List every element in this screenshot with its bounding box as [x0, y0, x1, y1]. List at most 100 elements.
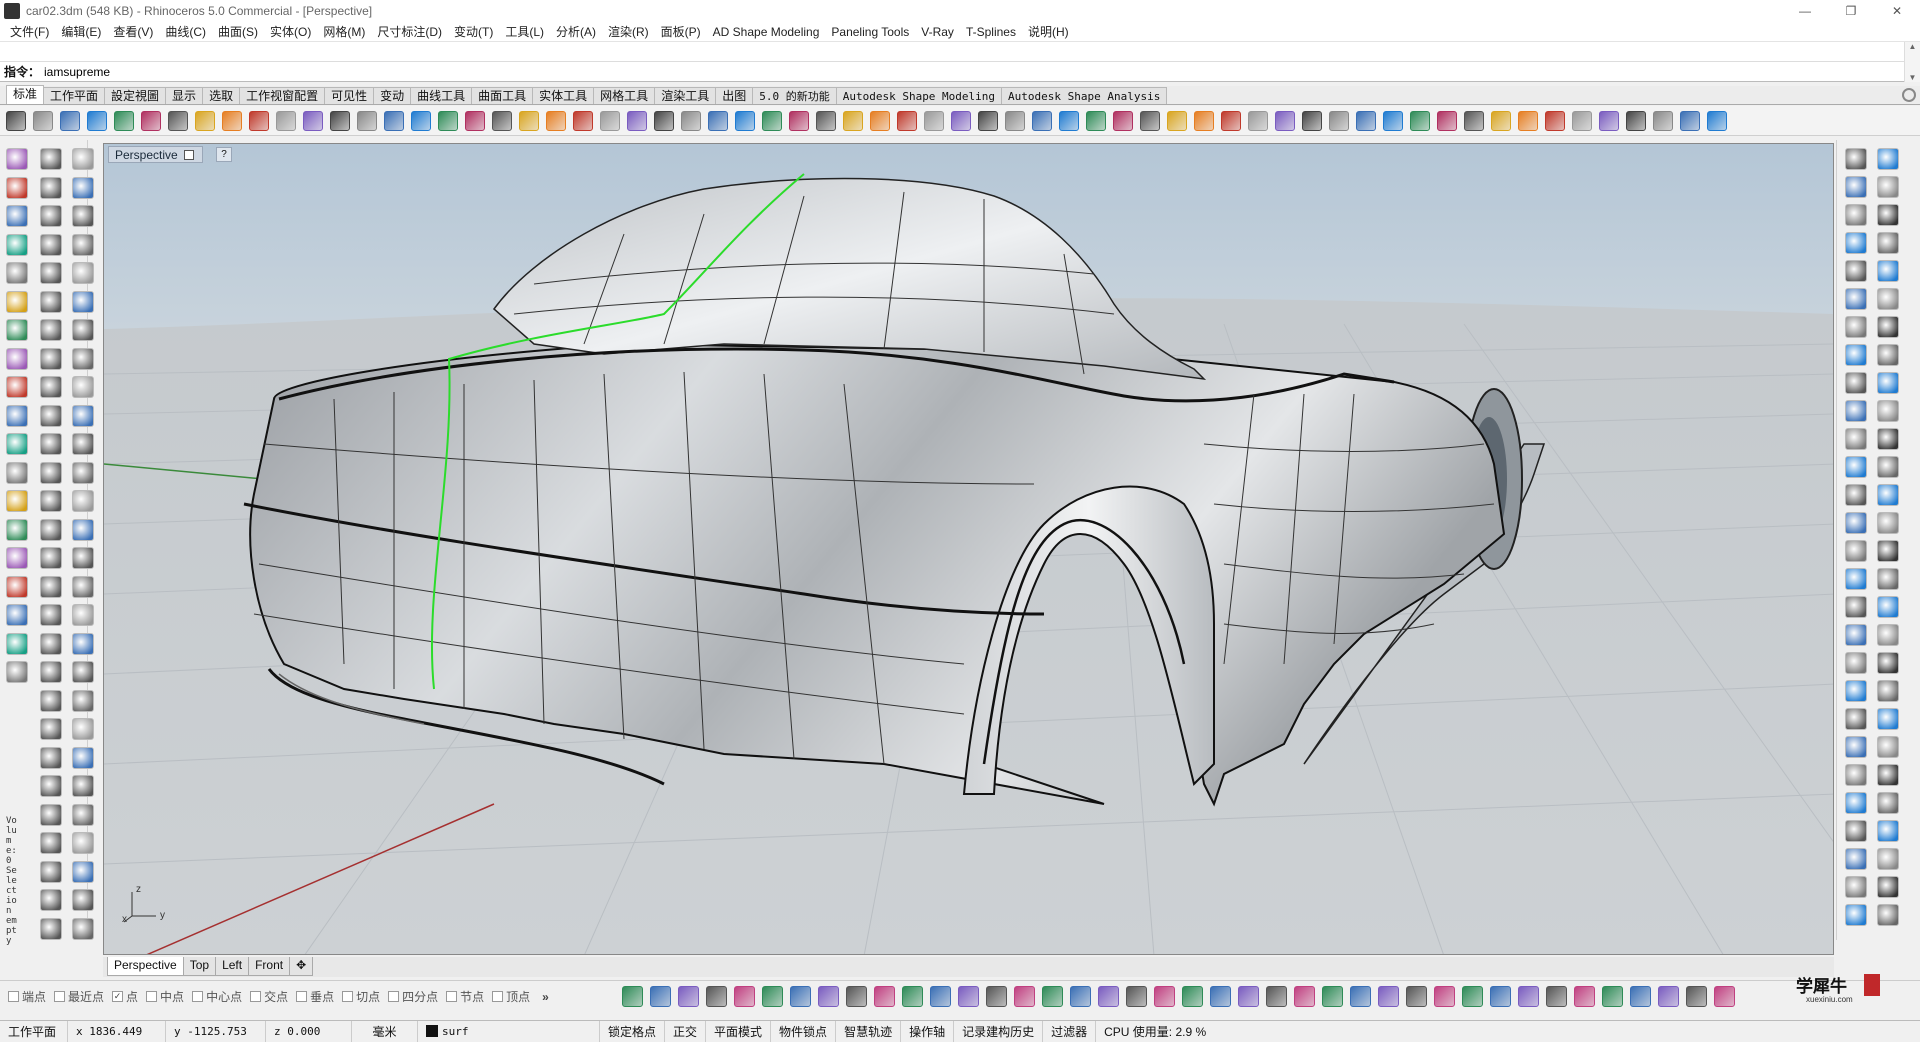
toolbar-tab[interactable]: 5.0 的新功能	[752, 87, 837, 104]
tool-icon[interactable]	[72, 803, 94, 826]
tool-icon[interactable]	[1845, 876, 1867, 898]
osnap-option[interactable]: 端点	[8, 988, 46, 1005]
osnap-option[interactable]: 垂点	[296, 988, 334, 1005]
snap-tool-icon[interactable]	[1294, 986, 1315, 1007]
tool-icon[interactable]	[1877, 316, 1899, 338]
toolbar-tool-icon[interactable]	[519, 110, 539, 131]
toolbar-tool-icon[interactable]	[1140, 110, 1160, 131]
tool-icon[interactable]	[72, 718, 94, 740]
perspective-viewport[interactable]: Perspective ? z y x	[103, 143, 1834, 955]
toolbar-tool-icon[interactable]	[411, 110, 431, 131]
toolbar-tool-icon[interactable]	[735, 110, 755, 131]
toolbar-tab[interactable]: 变动	[373, 87, 412, 104]
tool-icon[interactable]	[40, 917, 62, 940]
view-tab[interactable]: Front	[248, 957, 291, 976]
tool-icon[interactable]	[72, 347, 94, 370]
snap-tool-icon[interactable]	[706, 986, 727, 1007]
toolbar-tool-icon[interactable]	[897, 110, 917, 131]
snap-tool-icon[interactable]	[1378, 986, 1399, 1007]
tool-icon[interactable]	[6, 376, 28, 398]
toolbar-tab[interactable]: 实体工具	[532, 87, 595, 104]
toolbar-tool-icon[interactable]	[924, 110, 944, 131]
tool-icon[interactable]	[1845, 316, 1867, 338]
tool-icon[interactable]	[72, 889, 94, 911]
snap-tool-icon[interactable]	[846, 986, 867, 1007]
toolbar-tool-icon[interactable]	[708, 110, 728, 131]
tool-icon[interactable]	[72, 176, 94, 199]
toolbar-tool-icon[interactable]	[573, 110, 593, 131]
osnap-checkbox[interactable]: ✓	[112, 991, 124, 1002]
status-toggle-button[interactable]: 物件锁点	[771, 1020, 837, 1042]
toolbar-tool-icon[interactable]	[87, 110, 107, 131]
tool-icon[interactable]	[1845, 456, 1867, 478]
toolbar-tab[interactable]: 設定視圖	[104, 87, 167, 104]
toolbar-tool-icon[interactable]	[1167, 110, 1187, 131]
toolbar-tool-icon[interactable]	[1005, 110, 1025, 131]
snap-tool-icon[interactable]	[1462, 986, 1483, 1007]
tool-icon[interactable]	[1877, 428, 1899, 450]
toolbar-tool-icon[interactable]	[1275, 110, 1295, 131]
tool-icon[interactable]	[1845, 596, 1867, 618]
tool-icon[interactable]	[1845, 260, 1867, 282]
tool-icon[interactable]	[1845, 540, 1867, 562]
tool-icon[interactable]	[1877, 540, 1899, 562]
tool-icon[interactable]	[72, 689, 94, 712]
menu-item[interactable]: 尺寸标注(D)	[371, 23, 448, 40]
snap-tool-icon[interactable]	[1574, 986, 1595, 1007]
tool-icon[interactable]	[6, 233, 28, 256]
tool-icon[interactable]	[40, 746, 62, 769]
toolbar-tool-icon[interactable]	[1545, 110, 1565, 131]
toolbar-tool-icon[interactable]	[1680, 110, 1700, 131]
tool-icon[interactable]	[1877, 512, 1899, 534]
toolbar-tool-icon[interactable]	[195, 110, 215, 131]
osnap-option[interactable]: 中心点	[192, 988, 242, 1005]
toolbar-tab[interactable]: 渲染工具	[654, 87, 717, 104]
tool-icon[interactable]	[1845, 148, 1867, 170]
command-input[interactable]	[44, 64, 645, 79]
snap-tool-icon[interactable]	[1014, 986, 1035, 1007]
tool-icon[interactable]	[1845, 512, 1867, 534]
tool-icon[interactable]	[72, 205, 94, 227]
toolbar-tool-icon[interactable]	[222, 110, 242, 131]
tool-icon[interactable]	[6, 262, 28, 284]
tool-icon[interactable]	[1877, 848, 1899, 870]
osnap-option[interactable]: 交点	[250, 988, 288, 1005]
toolbar-tool-icon[interactable]	[1086, 110, 1106, 131]
menu-item[interactable]: T-Splines	[960, 25, 1022, 39]
status-toggle-button[interactable]: 锁定格点	[600, 1020, 666, 1042]
snap-tool-icon[interactable]	[1210, 986, 1231, 1007]
menu-item[interactable]: 编辑(E)	[55, 23, 107, 40]
menu-item[interactable]: V-Ray	[915, 25, 960, 39]
toolbar-tool-icon[interactable]	[1437, 110, 1457, 131]
tool-icon[interactable]	[1877, 904, 1899, 926]
osnap-checkbox[interactable]	[54, 991, 66, 1002]
tool-icon[interactable]	[1845, 176, 1867, 198]
view-tab[interactable]: Left	[215, 957, 250, 976]
snap-tool-icon[interactable]	[1238, 986, 1259, 1007]
tool-icon[interactable]	[72, 917, 94, 940]
toolbar-tool-icon[interactable]	[384, 110, 404, 131]
status-units[interactable]: 毫米	[352, 1020, 418, 1042]
tool-icon[interactable]	[6, 461, 28, 484]
viewport-menu-arrow-icon[interactable]	[183, 149, 194, 160]
snap-tool-icon[interactable]	[1434, 986, 1455, 1007]
tool-icon[interactable]	[72, 233, 94, 256]
toolbar-tool-icon[interactable]	[1464, 110, 1484, 131]
tool-icon[interactable]	[6, 319, 28, 341]
menu-item[interactable]: 网格(M)	[317, 23, 371, 40]
osnap-checkbox[interactable]	[146, 991, 158, 1002]
tool-icon[interactable]	[40, 604, 62, 626]
menu-item[interactable]: 曲面(S)	[212, 23, 264, 40]
toolbar-options-gear-icon[interactable]	[1902, 88, 1916, 102]
snap-tool-icon[interactable]	[1098, 986, 1119, 1007]
tool-icon[interactable]	[72, 262, 94, 284]
tool-icon[interactable]	[40, 689, 62, 712]
view-tab[interactable]: Perspective	[107, 957, 184, 976]
tool-icon[interactable]	[6, 518, 28, 541]
tool-icon[interactable]	[72, 461, 94, 484]
toolbar-tab[interactable]: 网格工具	[593, 87, 656, 104]
status-toggle-button[interactable]: 操作轴	[901, 1020, 955, 1042]
toolbar-tool-icon[interactable]	[1572, 110, 1592, 131]
tool-icon[interactable]	[1845, 764, 1867, 786]
osnap-checkbox[interactable]	[296, 991, 308, 1002]
